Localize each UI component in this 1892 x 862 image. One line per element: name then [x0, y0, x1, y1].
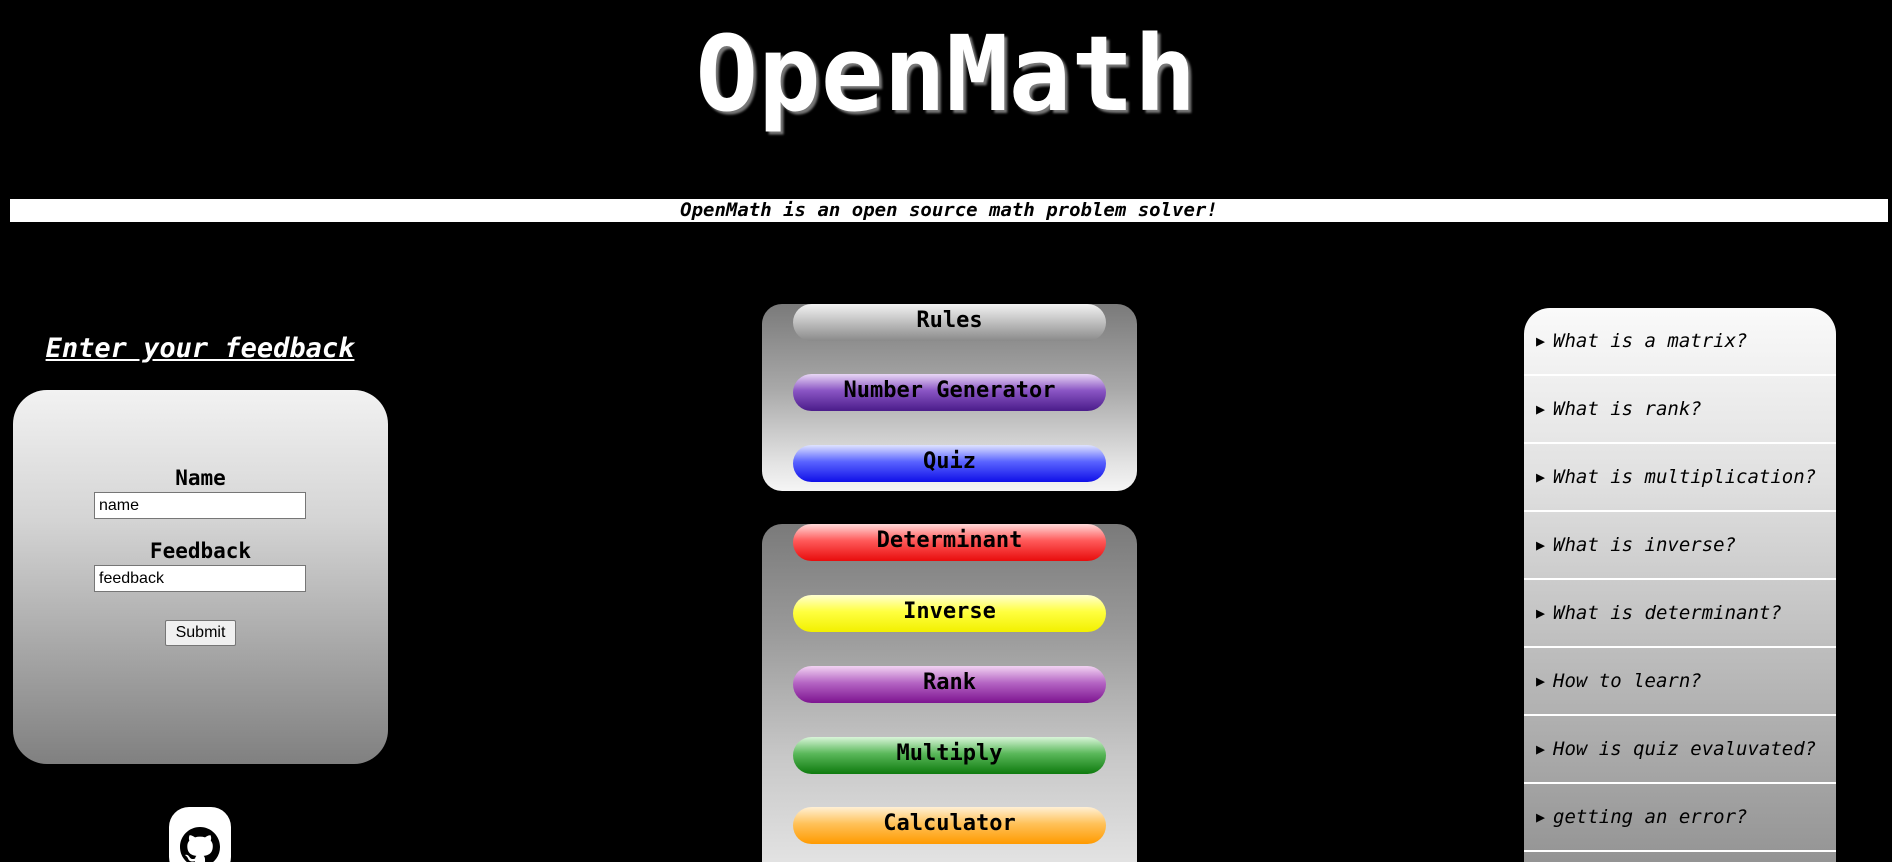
triangle-right-icon: ▶ [1536, 740, 1546, 758]
faq-item-label: How to learn? [1553, 670, 1702, 692]
inverse-button[interactable]: Inverse [793, 595, 1106, 632]
faq-item-learn[interactable]: ▶ How to learn? [1524, 648, 1836, 716]
faq-item-label: getting an error? [1553, 806, 1748, 828]
menu-panel-bottom: Determinant Inverse Rank Multiply Calcul… [762, 524, 1137, 862]
faq-item-matrix[interactable]: ▶ What is a matrix? [1524, 308, 1836, 376]
faq-item-inverse[interactable]: ▶ What is inverse? [1524, 512, 1836, 580]
faq-item-quiz-evaluation[interactable]: ▶ How is quiz evaluvated? [1524, 716, 1836, 784]
calculator-button[interactable]: Calculator [793, 807, 1106, 844]
triangle-right-icon: ▶ [1536, 536, 1546, 554]
name-label: Name [175, 466, 226, 490]
faq-item-label: What is a matrix? [1553, 330, 1748, 352]
rank-button[interactable]: Rank [793, 666, 1106, 703]
github-icon [180, 827, 220, 862]
name-input[interactable] [94, 492, 306, 519]
faq-item-label: What is determinant? [1553, 602, 1782, 624]
tagline: OpenMath is an open source math problem … [10, 199, 1888, 222]
faq-item-multiplication[interactable]: ▶ What is multiplication? [1524, 444, 1836, 512]
menu-panel-top: Rules Number Generator Quiz [762, 304, 1137, 491]
faq-item-label: How is quiz evaluvated? [1553, 738, 1817, 760]
triangle-right-icon: ▶ [1536, 332, 1546, 350]
number-generator-button[interactable]: Number Generator [793, 374, 1106, 411]
rules-button[interactable]: Rules [793, 304, 1106, 341]
github-link[interactable] [169, 807, 231, 862]
site-title: OpenMath [695, 13, 1197, 135]
faq-panel: ▶ What is a matrix? ▶ What is rank? ▶ Wh… [1524, 308, 1836, 862]
triangle-right-icon: ▶ [1536, 808, 1546, 826]
triangle-right-icon: ▶ [1536, 400, 1546, 418]
faq-item-label: What is rank? [1553, 398, 1702, 420]
multiply-button[interactable]: Multiply [793, 737, 1106, 774]
quiz-button[interactable]: Quiz [793, 445, 1106, 482]
feedback-input[interactable] [94, 565, 306, 592]
submit-button[interactable]: Submit [165, 620, 236, 646]
triangle-right-icon: ▶ [1536, 604, 1546, 622]
faq-item-error[interactable]: ▶ getting an error? [1524, 784, 1836, 852]
faq-item-label: What is multiplication? [1553, 466, 1817, 488]
feedback-form: Name Feedback Submit [13, 390, 388, 764]
triangle-right-icon: ▶ [1536, 672, 1546, 690]
faq-item-label: What is inverse? [1553, 534, 1737, 556]
feedback-heading: Enter your feedback [45, 333, 355, 364]
determinant-button[interactable]: Determinant [793, 524, 1106, 561]
faq-item-determinant[interactable]: ▶ What is determinant? [1524, 580, 1836, 648]
faq-item-rank[interactable]: ▶ What is rank? [1524, 376, 1836, 444]
feedback-label: Feedback [149, 539, 252, 563]
triangle-right-icon: ▶ [1536, 468, 1546, 486]
